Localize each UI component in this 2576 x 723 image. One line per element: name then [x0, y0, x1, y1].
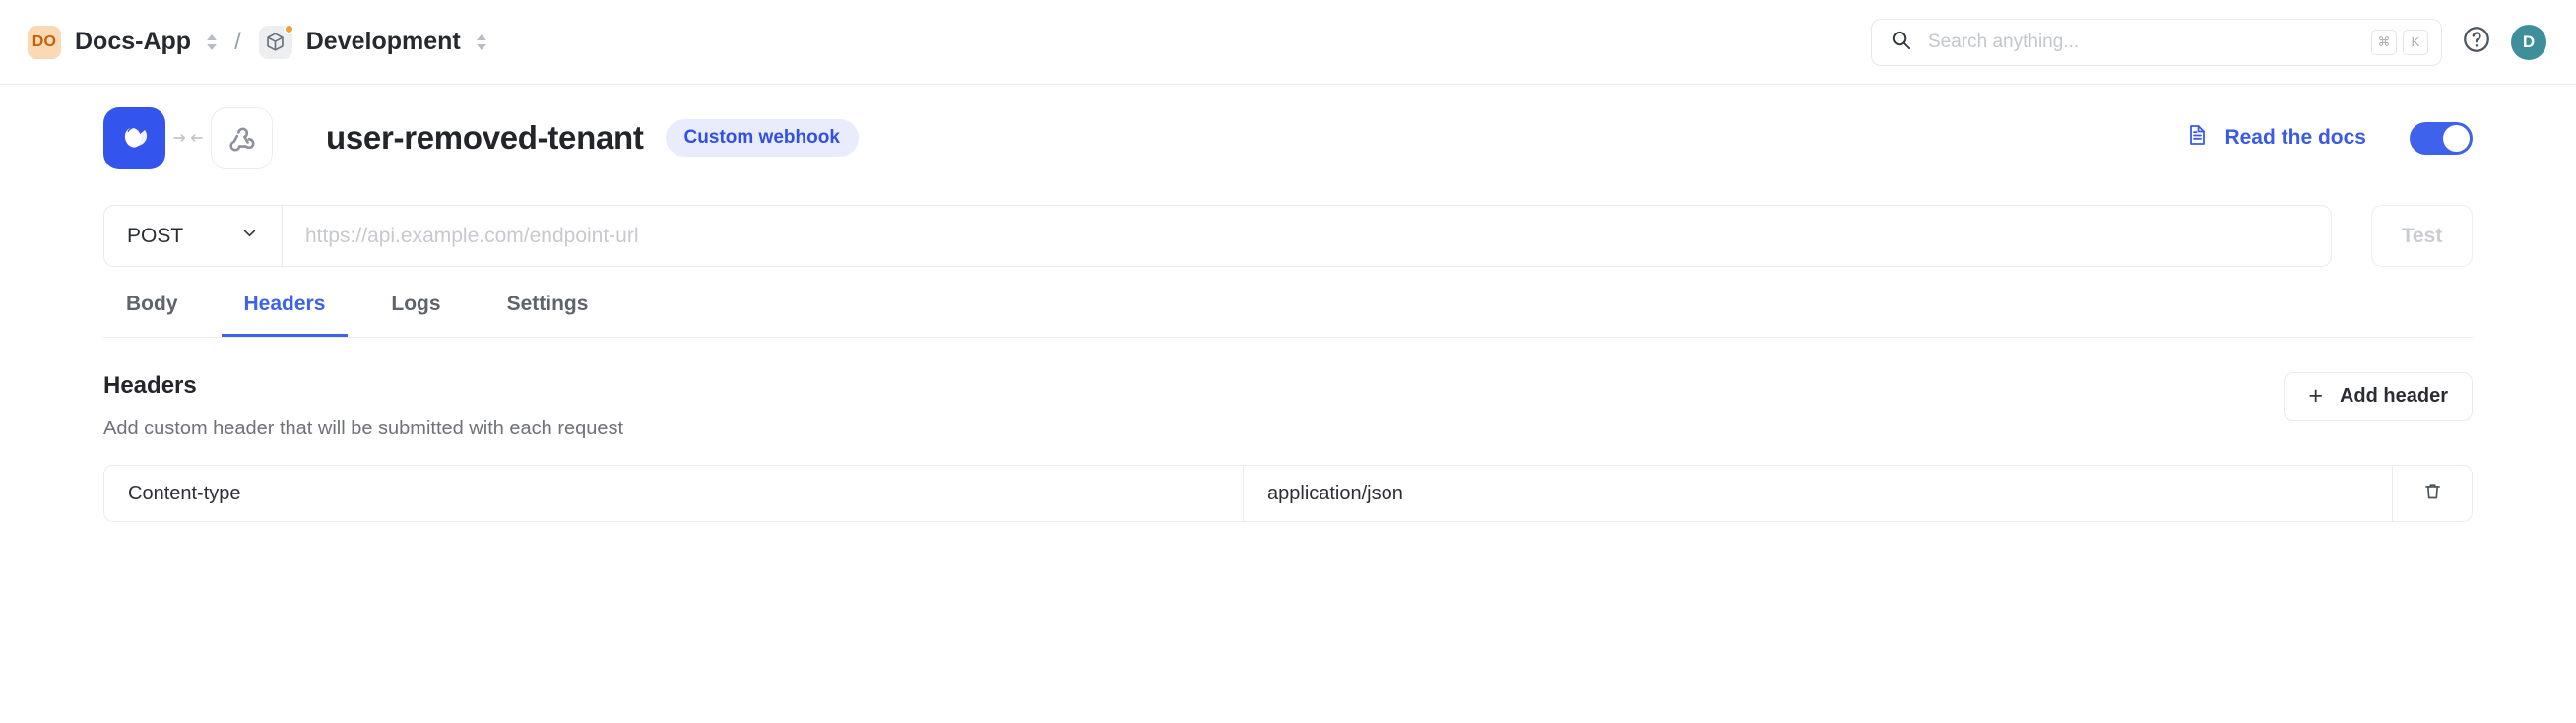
breadcrumb-separator: /	[234, 28, 241, 55]
http-method-select[interactable]: POST	[104, 206, 283, 266]
headers-description: Add custom header that will be submitted…	[103, 418, 624, 439]
plus-icon: +	[2308, 382, 2323, 410]
request-url-row: POST Test	[103, 205, 2473, 267]
read-the-docs-label: Read the docs	[2224, 126, 2366, 149]
top-bar-right: Search anything... ⌘ K D	[1871, 18, 2546, 66]
search-input[interactable]: Search anything... ⌘ K	[1871, 18, 2442, 66]
tab-bar: Body Headers Logs Settings	[103, 293, 2473, 338]
headers-section-text: Headers Add custom header that will be s…	[103, 372, 623, 440]
status-badge: Custom webhook	[665, 119, 859, 157]
read-the-docs-link[interactable]: Read the docs	[2185, 123, 2366, 153]
org-avatar: DO	[28, 25, 61, 59]
headers-section: Headers Add custom header that will be s…	[103, 372, 2473, 440]
search-icon	[1890, 29, 1912, 56]
page-content: user-removed-tenant Custom webhook Read …	[0, 85, 2576, 522]
arrows-connect-icon	[165, 131, 211, 145]
shortcut-key-cmd: ⌘	[2371, 29, 2397, 55]
tab-body[interactable]: Body	[103, 293, 201, 337]
webhook-enabled-toggle[interactable]	[2410, 121, 2473, 155]
webhook-header: user-removed-tenant Custom webhook Read …	[103, 85, 2473, 191]
search-placeholder: Search anything...	[1928, 31, 2080, 52]
top-bar: DO Docs-App / Development Search anythin…	[0, 0, 2576, 85]
breadcrumb-project-name[interactable]: Development	[306, 28, 461, 56]
header-key-cell[interactable]: Content-type	[104, 466, 1244, 521]
trash-icon	[2422, 481, 2443, 507]
tab-headers[interactable]: Headers	[221, 293, 349, 337]
page-title: user-removed-tenant	[326, 119, 644, 156]
help-circle-icon[interactable]	[2462, 25, 2491, 59]
webhook-icon	[211, 106, 273, 169]
request-url-group: POST	[103, 205, 2332, 267]
chevron-down-icon	[240, 224, 259, 248]
tab-logs[interactable]: Logs	[368, 293, 463, 337]
cube-icon	[258, 23, 294, 59]
test-button[interactable]: Test	[2371, 205, 2473, 267]
avatar[interactable]: D	[2511, 24, 2546, 60]
header-value-cell[interactable]: application/json	[1244, 466, 2393, 521]
org-switcher-chevron-icon[interactable]	[207, 33, 218, 50]
breadcrumb-org-name[interactable]: Docs-App	[75, 28, 191, 56]
shortcut-key-k: K	[2403, 29, 2428, 55]
endpoint-url-input[interactable]	[283, 206, 2331, 266]
tab-settings[interactable]: Settings	[484, 293, 612, 337]
delete-header-button[interactable]	[2393, 466, 2472, 521]
add-header-button[interactable]: + Add header	[2284, 372, 2473, 421]
project-switcher-chevron-icon[interactable]	[476, 33, 486, 50]
toggle-knob	[2443, 124, 2470, 152]
table-row: Content-type application/json	[103, 465, 2473, 522]
headers-heading: Headers	[103, 372, 197, 399]
add-header-label: Add header	[2339, 385, 2448, 407]
document-icon	[2185, 123, 2209, 153]
app-logo-icon	[103, 106, 165, 169]
notification-dot-icon	[283, 23, 294, 34]
webhook-header-actions: Read the docs	[2185, 121, 2473, 155]
breadcrumb: DO Docs-App / Development	[28, 23, 486, 59]
http-method-value: POST	[127, 224, 184, 247]
